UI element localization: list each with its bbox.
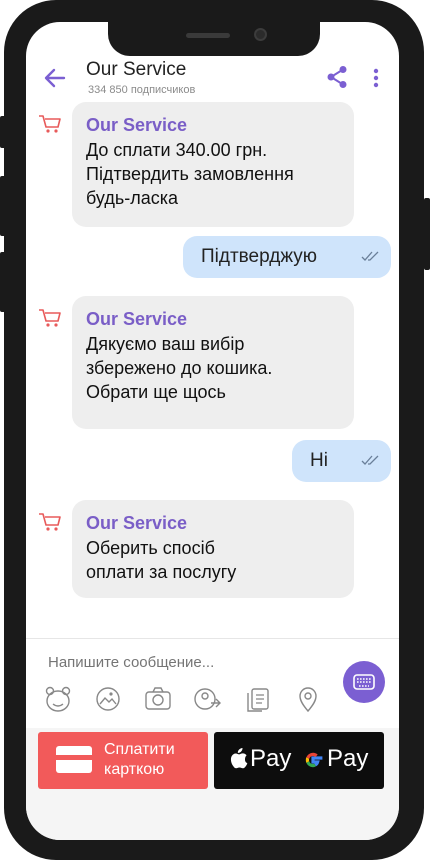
sender-name: Our Service xyxy=(86,115,188,135)
incoming-message: Our Service Оберить спосіб оплати за пос… xyxy=(72,500,354,598)
cart-icon xyxy=(39,309,61,327)
location-icon[interactable] xyxy=(294,685,322,713)
payment-bar: Сплатити карткою Pay Pay xyxy=(26,728,399,840)
mute-switch xyxy=(0,116,6,148)
reply-text: Ні xyxy=(310,450,328,471)
read-check-icon xyxy=(361,455,379,465)
incoming-message: Our Service До сплати 340.00 грн. Підтве… xyxy=(72,102,354,227)
card-button-label: Сплатити карткою xyxy=(104,741,175,778)
subscriber-count: 334 850 подписчиков xyxy=(88,84,196,96)
keyboard-icon xyxy=(353,674,375,690)
cart-icon xyxy=(39,115,61,133)
read-check-icon xyxy=(361,251,379,261)
google-logo-icon xyxy=(305,752,323,768)
message-input[interactable] xyxy=(46,653,290,672)
sticker-bear-icon[interactable] xyxy=(44,685,72,713)
power-button xyxy=(424,198,430,270)
reply-text: Підтверджую xyxy=(201,246,318,267)
apple-logo-icon xyxy=(230,748,248,769)
speaker-grille xyxy=(186,33,230,38)
volume-down-button xyxy=(0,252,6,312)
back-arrow-icon[interactable] xyxy=(44,68,66,88)
sender-name: Our Service xyxy=(86,513,188,533)
outgoing-message: Ні xyxy=(292,440,391,482)
camera-icon[interactable] xyxy=(144,685,172,713)
message-text: До сплати 340.00 грн. Підтвердить замовл… xyxy=(86,140,294,208)
outgoing-message: Підтверджую xyxy=(183,236,391,278)
wallet-pay-button[interactable]: Pay Pay xyxy=(214,732,384,789)
chat-header: Our Service 334 850 подписчиков xyxy=(26,52,399,100)
more-options-icon[interactable] xyxy=(370,66,382,90)
chat-title[interactable]: Our Service xyxy=(86,59,186,81)
google-pay-label: Pay xyxy=(327,745,369,772)
forward-contact-icon[interactable] xyxy=(194,685,222,713)
share-icon[interactable] xyxy=(326,65,348,89)
message-composer xyxy=(26,638,399,729)
documents-icon[interactable] xyxy=(244,685,272,713)
front-camera xyxy=(254,28,267,41)
apple-pay-label: Pay xyxy=(250,745,292,772)
phone-notch xyxy=(108,22,320,56)
keyboard-button[interactable] xyxy=(343,661,385,703)
message-text: Дякуємо ваш вибір збережено до кошика. О… xyxy=(86,334,273,402)
chat-screen: Our Service 334 850 подписчиков Our Serv… xyxy=(26,22,399,840)
message-text: Оберить спосіб оплати за послугу xyxy=(86,538,237,582)
pay-by-card-button[interactable]: Сплатити карткою xyxy=(38,732,208,789)
volume-up-button xyxy=(0,176,6,236)
incoming-message: Our Service Дякуємо ваш вибір збережено … xyxy=(72,296,354,429)
gallery-icon[interactable] xyxy=(94,685,122,713)
credit-card-icon xyxy=(56,746,92,773)
sender-name: Our Service xyxy=(86,309,188,329)
cart-icon xyxy=(39,513,61,531)
